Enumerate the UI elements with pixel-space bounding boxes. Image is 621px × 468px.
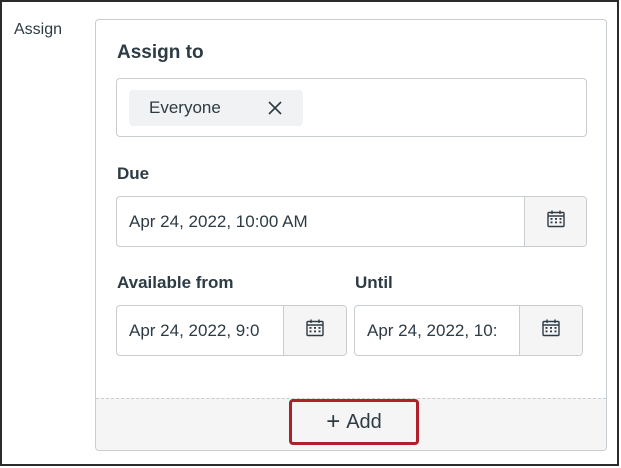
calendar-icon [305, 318, 325, 343]
plus-icon: + [326, 408, 341, 435]
add-button[interactable]: + Add [289, 399, 419, 445]
assignee-chip-label: Everyone [149, 98, 221, 117]
until-label: Until [355, 273, 393, 292]
assign-card: Assign to Everyone Due Apr 24, 2022, 10:… [95, 19, 607, 451]
due-calendar-button[interactable] [524, 197, 586, 246]
assign-to-title: Assign to [117, 42, 204, 63]
assign-to-field[interactable]: Everyone [116, 78, 587, 137]
available-from-label: Available from [117, 273, 234, 292]
card-footer: + Add [96, 398, 606, 450]
due-date-input[interactable] [117, 197, 524, 246]
until-field [354, 305, 583, 356]
add-button-label: Add [346, 410, 382, 433]
calendar-icon [541, 318, 561, 343]
assignee-chip-everyone[interactable]: Everyone [129, 90, 303, 126]
assign-panel: Assign Assign to Everyone Due Apr 24, 20… [0, 0, 619, 466]
due-date-field [116, 196, 587, 247]
calendar-icon [546, 209, 566, 234]
available-from-input[interactable] [117, 306, 283, 355]
available-from-calendar-button[interactable] [283, 306, 346, 355]
due-label: Due [117, 164, 150, 183]
until-calendar-button[interactable] [519, 306, 582, 355]
assign-label: Assign [14, 21, 63, 38]
close-icon[interactable] [265, 98, 285, 118]
available-from-field [116, 305, 347, 356]
until-input[interactable] [355, 306, 519, 355]
